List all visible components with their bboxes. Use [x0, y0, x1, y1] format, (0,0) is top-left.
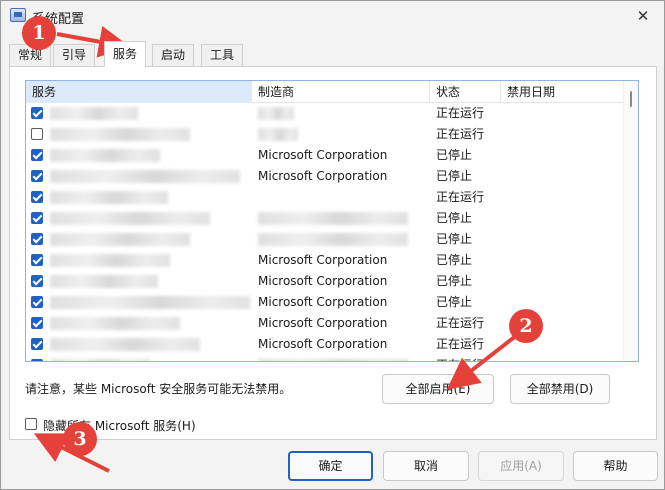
service-name-redacted	[50, 338, 200, 351]
annotation-badge-1: 1	[22, 16, 56, 50]
msconfig-icon	[10, 8, 26, 22]
service-status: 正在运行	[436, 106, 485, 120]
service-row[interactable]: Microsoft Corporation 已停止	[26, 292, 624, 313]
service-status: 正在运行	[436, 355, 484, 361]
system-configuration-window: 系统配置 ✕ 常规 引导 服务 启动 工具 服务 制造商 状态 禁用日期 正在运…	[0, 0, 665, 490]
apply-button[interactable]: 应用(A)	[478, 451, 564, 481]
column-header-manufacturer[interactable]: 制造商	[252, 81, 430, 103]
enable-all-button[interactable]: 全部启用(E)	[382, 374, 494, 404]
services-panel: 服务 制造商 状态 禁用日期 正在运行 正在运行 Microsoft Corpora…	[9, 66, 657, 440]
service-row[interactable]: 正在运行	[26, 187, 624, 208]
service-status: 已停止	[436, 169, 473, 183]
service-name-redacted	[50, 275, 158, 288]
service-status: 正在运行	[436, 316, 485, 330]
service-manufacturer: Microsoft Corporation	[258, 274, 388, 288]
service-row[interactable]: Microsoft Corporation 已停止	[26, 250, 624, 271]
tab-bar: 常规 引导 服务 启动 工具	[9, 41, 657, 67]
service-manufacturer: Microsoft Corporation	[258, 295, 388, 309]
service-row[interactable]: Microsoft Corporation 已停止	[26, 145, 624, 166]
service-status: 已停止	[436, 148, 473, 162]
service-checkbox[interactable]	[31, 254, 43, 266]
service-status: 已停止	[436, 232, 473, 246]
service-name-redacted	[50, 212, 210, 225]
services-list[interactable]: 服务 制造商 状态 禁用日期 正在运行 正在运行 Microsoft Corpora…	[25, 80, 639, 362]
service-status: 已停止	[436, 211, 473, 225]
service-name-redacted	[50, 128, 190, 141]
service-name-redacted	[50, 170, 240, 183]
close-icon[interactable]: ✕	[632, 5, 654, 27]
service-name-redacted	[50, 254, 170, 267]
service-checkbox[interactable]	[31, 233, 43, 245]
column-header-disable-date[interactable]: 禁用日期	[501, 81, 624, 103]
scroll-thumb[interactable]	[630, 91, 632, 107]
service-status: 已停止	[436, 295, 473, 309]
service-checkbox[interactable]	[31, 338, 43, 350]
service-checkbox[interactable]	[31, 170, 43, 182]
tab-startup[interactable]: 启动	[152, 44, 195, 66]
service-status: 已停止	[436, 253, 473, 267]
help-button[interactable]: 帮助	[573, 451, 658, 481]
service-checkbox[interactable]	[31, 296, 43, 308]
service-name-redacted	[50, 317, 180, 330]
service-name-redacted	[50, 296, 250, 309]
manufacturer-redacted	[258, 233, 408, 246]
manufacturer-redacted	[258, 128, 298, 141]
column-header-status[interactable]: 状态	[430, 81, 501, 103]
service-row[interactable]: Microsoft Corporation 已停止	[26, 271, 624, 292]
service-row[interactable]: 已停止	[26, 208, 624, 229]
service-row[interactable]: 正在运行	[26, 124, 624, 145]
service-manufacturer: Microsoft Corporation	[258, 148, 388, 162]
ok-button[interactable]: 确定	[288, 451, 373, 481]
service-row[interactable]: Microsoft Corporation 已停止	[26, 166, 624, 187]
service-status: 正在运行	[436, 190, 485, 204]
tab-services[interactable]: 服务	[104, 41, 147, 67]
service-name-redacted	[50, 191, 168, 204]
service-checkbox[interactable]	[31, 107, 43, 119]
manufacturer-redacted	[258, 107, 294, 120]
disable-all-button[interactable]: 全部禁用(D)	[510, 374, 610, 404]
service-manufacturer: Microsoft Corporation	[258, 253, 388, 267]
service-status: 已停止	[436, 274, 473, 288]
column-header-service[interactable]: 服务	[26, 81, 252, 103]
service-row[interactable]: 正在运行	[26, 355, 624, 361]
service-status: 正在运行	[436, 127, 485, 141]
vertical-scrollbar[interactable]	[623, 81, 638, 361]
service-checkbox[interactable]	[31, 128, 43, 140]
annotation-badge-3: 3	[63, 422, 97, 456]
service-name-redacted	[50, 107, 138, 120]
service-manufacturer: Microsoft Corporation	[258, 169, 388, 183]
service-checkbox[interactable]	[31, 317, 43, 329]
service-checkbox[interactable]	[31, 359, 43, 361]
service-name-redacted	[50, 233, 190, 246]
cancel-button[interactable]: 取消	[383, 451, 469, 481]
title-bar: 系统配置 ✕	[1, 1, 664, 31]
tab-tools[interactable]: 工具	[201, 44, 244, 66]
service-row[interactable]: 已停止	[26, 229, 624, 250]
service-manufacturer: Microsoft Corporation	[258, 337, 388, 351]
service-checkbox[interactable]	[31, 149, 43, 161]
list-header: 服务 制造商 状态 禁用日期	[26, 81, 638, 103]
service-name-redacted	[50, 359, 150, 361]
service-status: 正在运行	[436, 337, 485, 351]
security-note: 请注意，某些 Microsoft 安全服务可能无法禁用。	[25, 382, 292, 396]
tab-boot[interactable]: 引导	[53, 44, 96, 66]
annotation-badge-2: 2	[509, 309, 543, 343]
service-checkbox[interactable]	[31, 191, 43, 203]
service-manufacturer: Microsoft Corporation	[258, 316, 388, 330]
hide-ms-checkbox[interactable]	[25, 418, 37, 430]
service-row[interactable]: 正在运行	[26, 103, 624, 124]
manufacturer-redacted	[258, 212, 408, 225]
manufacturer-redacted	[258, 359, 408, 361]
service-checkbox[interactable]	[31, 212, 43, 224]
service-checkbox[interactable]	[31, 275, 43, 287]
service-name-redacted	[50, 149, 160, 162]
